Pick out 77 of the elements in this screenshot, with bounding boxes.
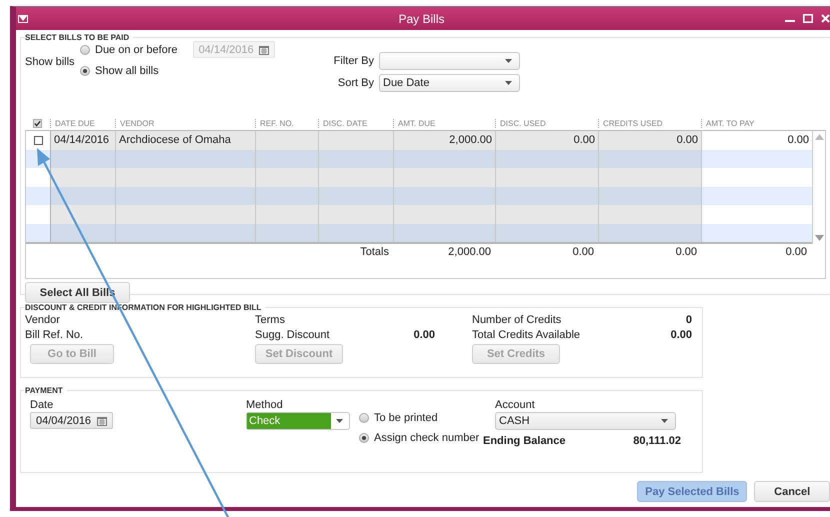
field-label: Ending Balance (483, 435, 566, 447)
checkbox[interactable] (33, 118, 42, 128)
section-heading: SELECT BILLS TO BE PAID (25, 33, 130, 42)
field-label: Show bills (25, 56, 76, 68)
table-cell (256, 205, 319, 224)
field-label: Method (246, 399, 284, 411)
calendar-icon (258, 44, 269, 54)
option-label: To be printed (374, 412, 438, 424)
column-header[interactable]: AMT. TO PAY (701, 118, 826, 128)
total-value: 0.00 (784, 246, 808, 258)
field-label: Filter By (332, 55, 374, 67)
field-label: Bill Ref. No. (25, 328, 84, 340)
scroll-up-icon (814, 134, 824, 140)
caret-icon (505, 81, 512, 85)
button[interactable]: Cancel (754, 481, 830, 502)
table-cell: 0.00 (599, 131, 702, 150)
radio-button[interactable] (359, 432, 369, 442)
system-menu-icon[interactable] (18, 14, 28, 22)
field-label: Terms (255, 314, 286, 326)
section-heading: PAYMENT (25, 386, 64, 395)
scroll-down-icon (814, 235, 824, 241)
field-value: 0.00 (670, 328, 692, 340)
checkbox[interactable] (34, 136, 42, 145)
column-header[interactable]: DISC. USED (495, 118, 598, 128)
field-label: Total Credits Available (472, 328, 582, 340)
option-label: Show all bills (95, 64, 159, 76)
table-cell (51, 150, 116, 168)
column-header[interactable]: DATE DUE (50, 118, 115, 128)
field-label: Account (495, 399, 536, 411)
field-value: 0.00 (412, 328, 436, 340)
table-cell: Archdiocese of Omaha (116, 131, 256, 150)
method-dropdown[interactable]: Check (246, 412, 350, 430)
column-header[interactable]: DISC. DATE (318, 118, 393, 128)
table-cell (256, 150, 319, 168)
field-label: Number of Credits (472, 314, 562, 326)
table-cell: 0.00 (496, 131, 599, 150)
caret-icon (661, 419, 668, 423)
radio-button[interactable] (80, 66, 90, 76)
caret-icon (336, 419, 343, 423)
column-header[interactable]: REF. NO. (255, 118, 318, 128)
table-cell: 04/14/2016 (51, 131, 116, 150)
radio-button[interactable] (359, 412, 369, 422)
field-label: Vendor (25, 314, 61, 326)
field-label: Sort By (336, 77, 374, 89)
table-cell (256, 168, 319, 186)
caret-icon (505, 59, 512, 63)
table-cell (256, 224, 319, 242)
radio-button[interactable] (80, 44, 90, 54)
column-header[interactable]: AMT. DUE (393, 118, 495, 128)
field-value: 80,111.02 (633, 435, 681, 447)
table-cell (51, 168, 116, 186)
window-title: Pay Bills (397, 12, 446, 26)
table-cell (256, 186, 319, 205)
total-value: 0.00 (572, 246, 595, 258)
column-header[interactable]: CREDITS USED (598, 118, 701, 128)
close-icon (821, 14, 830, 23)
minimize-icon (785, 20, 795, 22)
calendar-icon (97, 416, 107, 426)
table-cell (256, 131, 319, 150)
sort-dropdown[interactable]: Due Date (379, 74, 520, 92)
total-value: 0.00 (674, 246, 698, 258)
field-value: 0 (684, 314, 692, 326)
totals-label: Totals (359, 246, 390, 258)
column-header[interactable]: VENDOR (115, 118, 255, 128)
maximize-icon (803, 14, 813, 23)
account-dropdown[interactable]: CASH (495, 412, 676, 430)
option-label: Assign check number (374, 432, 480, 444)
table-cell: 2,000.00 (394, 131, 496, 150)
table-cell (51, 224, 116, 242)
table-cell (51, 186, 116, 205)
table-cell (51, 205, 116, 224)
date-field[interactable]: 04/04/2016 (30, 412, 113, 429)
scrollbar[interactable] (812, 131, 825, 244)
option-label: Due on or before (95, 44, 178, 56)
field-label: Date (30, 399, 54, 411)
field-label: Sugg. Discount (255, 328, 331, 340)
total-value: 2,000.00 (447, 246, 492, 258)
